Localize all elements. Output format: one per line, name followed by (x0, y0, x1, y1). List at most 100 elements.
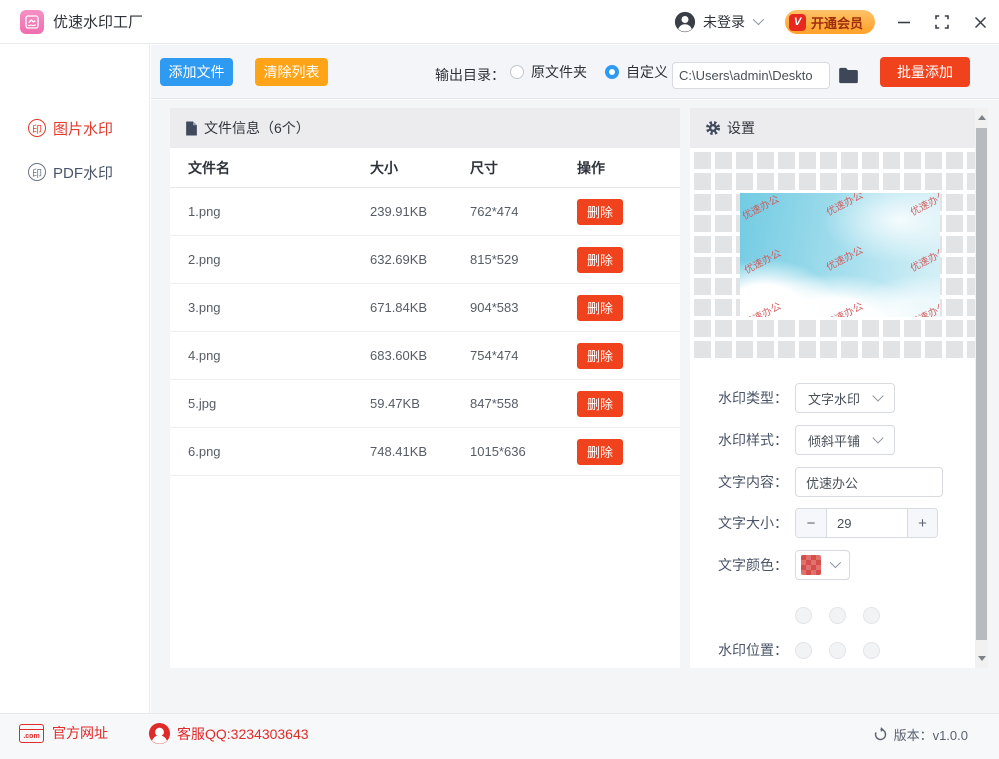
maximize-icon (935, 15, 949, 29)
watermark-type-select[interactable]: 文字水印 (795, 383, 895, 413)
toolbar: 添加文件 清除列表 输出目录： 原文件夹 自定义 批量添加 (151, 45, 999, 99)
sidebar: 印 图片水印 印 PDF水印 (0, 45, 150, 713)
settings-scrollbar[interactable] (975, 108, 988, 668)
preview-image: 优速办公 优速办公 优速办公 优速办公 优速办公 优速办公 优速办公 优速办公 … (740, 193, 940, 317)
close-icon (974, 16, 987, 29)
file-size: 671.84KB (370, 300, 470, 315)
official-website-link[interactable]: .com 官方网址 (19, 723, 108, 743)
refresh-icon[interactable] (873, 727, 888, 742)
scroll-up-icon[interactable] (978, 115, 986, 120)
watermark-style-label: 水印样式： (690, 430, 788, 450)
file-size: 239.91KB (370, 204, 470, 219)
document-icon (185, 121, 198, 136)
sidebar-item-label: PDF水印 (53, 162, 113, 183)
file-dimensions: 847*558 (470, 396, 577, 411)
position-option[interactable] (795, 607, 812, 624)
minimize-button[interactable] (885, 0, 923, 44)
file-size: 748.41KB (370, 444, 470, 459)
radio-custom-folder-label[interactable]: 自定义 (626, 62, 668, 82)
login-menu[interactable]: 未登录 (674, 11, 761, 33)
delete-button[interactable]: 删除 (577, 295, 623, 321)
version-label: 版本：v1.0.0 (894, 725, 968, 744)
position-option[interactable] (795, 642, 812, 659)
file-name: 1.png (170, 204, 370, 219)
settings-panel: 设置 优速办公 优速办公 优速办公 优速办公 优速办公 优速办公 优速办公 优速… (690, 108, 988, 668)
watermark-style-select[interactable]: 倾斜平铺 (795, 425, 895, 455)
folder-browse-icon[interactable] (838, 67, 859, 89)
watermark-text: 优速办公 (823, 193, 865, 219)
watermark-text: 优速办公 (907, 193, 940, 219)
file-size: 59.47KB (370, 396, 470, 411)
text-size-stepper: − 29 + (795, 508, 938, 538)
output-path-input[interactable] (672, 62, 830, 89)
col-size: 大小 (370, 158, 470, 178)
file-dimensions: 815*529 (470, 252, 577, 267)
text-size-value[interactable]: 29 (827, 509, 907, 537)
file-dimensions: 754*474 (470, 348, 577, 363)
col-dimensions: 尺寸 (470, 158, 577, 178)
scroll-down-icon[interactable] (978, 656, 986, 661)
watermark-type-label: 水印类型： (690, 388, 788, 408)
file-dimensions: 1015*636 (470, 444, 577, 459)
text-content-label: 文字内容： (690, 472, 788, 492)
watermark-preview-area: 优速办公 优速办公 优速办公 优速办公 优速办公 优速办公 优速办公 优速办公 … (690, 148, 975, 358)
size-decrease-button[interactable]: − (796, 509, 827, 537)
radio-original-folder-label[interactable]: 原文件夹 (531, 62, 587, 82)
position-option[interactable] (863, 607, 880, 624)
text-color-picker[interactable] (795, 550, 850, 580)
watermark-text: 优速办公 (823, 297, 865, 317)
website-label: 官方网址 (52, 723, 108, 743)
customer-service-icon (148, 722, 171, 745)
settings-panel-header: 设置 (690, 108, 988, 148)
watermark-text: 优速办公 (907, 297, 940, 317)
table-row: 6.png 748.41KB 1015*636 删除 (170, 428, 680, 476)
vip-badge-icon: V (789, 14, 806, 31)
titlebar: 优速水印工厂 未登录 V 开通会员 (0, 0, 999, 44)
delete-button[interactable]: 删除 (577, 343, 623, 369)
settings-panel-title: 设置 (727, 118, 755, 138)
login-label: 未登录 (703, 12, 745, 32)
support-qq-label: 客服QQ:3234303643 (177, 724, 309, 744)
col-action: 操作 (577, 158, 680, 178)
delete-button[interactable]: 删除 (577, 439, 623, 465)
sidebar-item-label: 图片水印 (53, 118, 113, 139)
stamp-icon: 印 (28, 119, 46, 137)
watermark-text: 优速办公 (740, 193, 781, 223)
batch-add-button[interactable]: 批量添加 (880, 57, 970, 87)
watermark-text: 优速办公 (741, 297, 783, 317)
table-row: 2.png 632.69KB 815*529 删除 (170, 236, 680, 284)
radio-original-folder[interactable] (510, 65, 524, 79)
sidebar-item-image-watermark[interactable]: 印 图片水印 (28, 115, 149, 141)
chevron-down-icon (872, 390, 883, 401)
file-panel-header: 文件信息（6个） (170, 108, 680, 148)
app-title: 优速水印工厂 (53, 11, 143, 32)
add-file-button[interactable]: 添加文件 (160, 58, 233, 86)
file-name: 3.png (170, 300, 370, 315)
radio-custom-folder[interactable] (605, 65, 619, 79)
table-row: 3.png 671.84KB 904*583 删除 (170, 284, 680, 332)
text-color-label: 文字颜色： (690, 555, 788, 575)
website-icon: .com (19, 724, 44, 743)
table-row: 1.png 239.91KB 762*474 删除 (170, 188, 680, 236)
vip-upgrade-button[interactable]: V 开通会员 (785, 10, 875, 34)
scrollbar-thumb[interactable] (976, 128, 987, 640)
size-increase-button[interactable]: + (907, 509, 937, 537)
watermark-style-value: 倾斜平铺 (808, 431, 860, 450)
table-row: 4.png 683.60KB 754*474 删除 (170, 332, 680, 380)
delete-button[interactable]: 删除 (577, 247, 623, 273)
app-logo-icon (20, 10, 44, 34)
table-row: 5.jpg 59.47KB 847*558 删除 (170, 380, 680, 428)
chevron-down-icon (753, 13, 764, 24)
support-qq-link[interactable]: 客服QQ:3234303643 (148, 722, 309, 745)
position-option[interactable] (829, 642, 846, 659)
maximize-button[interactable] (923, 0, 961, 44)
delete-button[interactable]: 删除 (577, 391, 623, 417)
col-filename: 文件名 (170, 158, 370, 178)
close-button[interactable] (961, 0, 999, 44)
sidebar-item-pdf-watermark[interactable]: 印 PDF水印 (28, 159, 149, 185)
delete-button[interactable]: 删除 (577, 199, 623, 225)
text-content-input[interactable] (795, 467, 943, 497)
clear-list-button[interactable]: 清除列表 (255, 58, 328, 86)
position-option[interactable] (829, 607, 846, 624)
position-option[interactable] (863, 642, 880, 659)
